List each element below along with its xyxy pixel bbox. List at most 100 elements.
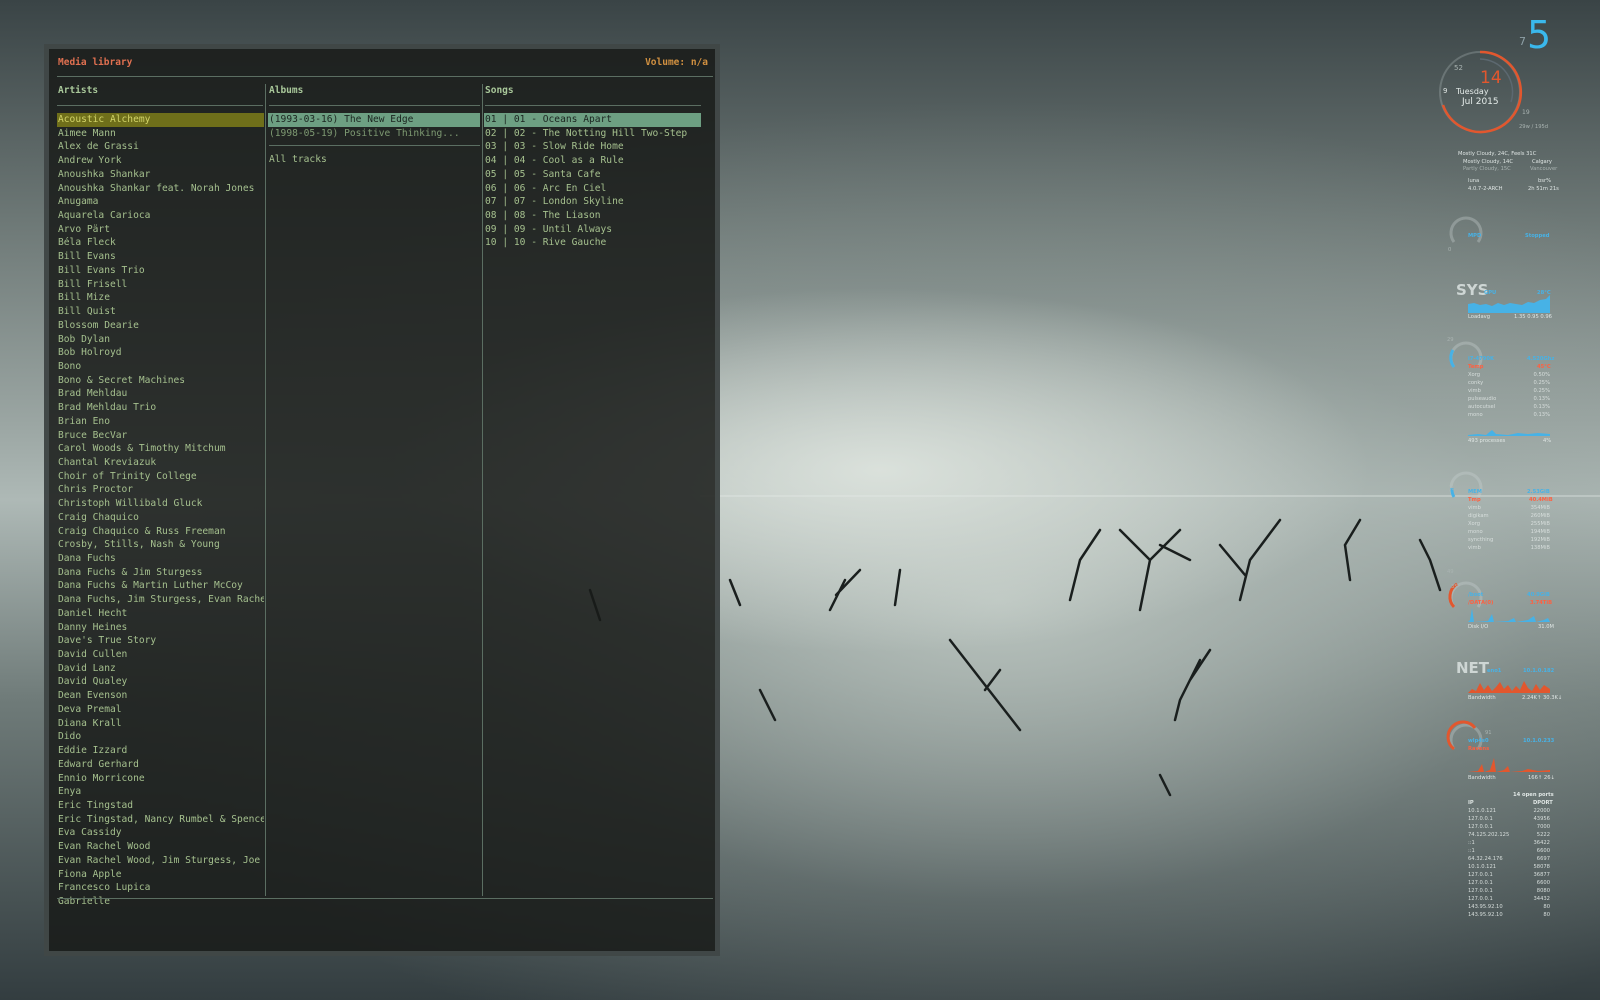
mem-process-row-name: vimb [1468,505,1481,511]
media-library-window[interactable]: Media library Volume: n/a Artists Albums… [44,44,720,956]
song-item[interactable]: 08 | 08 - The Liason [484,209,701,223]
clock-minutes: 52 [1454,64,1463,72]
artist-item[interactable]: Choir of Trinity College [57,470,264,484]
artist-item[interactable]: Craig Chaquico [57,511,264,525]
gpu-graph [1468,295,1550,313]
artist-item[interactable]: Chantal Kreviazuk [57,456,264,470]
artist-item[interactable]: Bob Dylan [57,333,264,347]
mem-percent: 16 [1448,486,1455,492]
workspace-number: 5 [1527,13,1552,57]
artist-item[interactable]: Fiona Apple [57,868,264,882]
artist-item[interactable]: Craig Chaquico & Russ Freeman [57,525,264,539]
artist-item[interactable]: Eric Tingstad [57,799,264,813]
artist-item[interactable]: Béla Fleck [57,236,264,250]
port-row-name: 127.0.0.1 [1468,872,1493,878]
port-row: 64.32.24.176 6697 [1468,856,1550,864]
artist-item[interactable]: Anugama [57,195,264,209]
artist-item[interactable]: Bono [57,360,264,374]
artist-item[interactable]: Daniel Hecht [57,607,264,621]
artist-item[interactable]: Dave's True Story [57,634,264,648]
song-item[interactable]: 07 | 07 - London Skyline [484,195,701,209]
all-tracks-item[interactable]: All tracks [268,153,480,167]
song-item[interactable]: 10 | 10 - Rive Gauche [484,236,701,250]
artist-item[interactable]: Alex de Grassi [57,140,264,154]
volume-indicator: Volume: n/a [645,57,708,68]
mem-process-row: vimb 138MiB [1468,545,1550,553]
artist-item[interactable]: Arvo Pärt [57,223,264,237]
album-item[interactable]: (1998-05-19) Positive Thinking... [268,127,480,141]
artist-item[interactable]: Bruce BecVar [57,429,264,443]
artist-item[interactable]: Aimee Mann [57,127,264,141]
wifi-quality: 91 [1485,730,1492,736]
artist-item[interactable]: Chris Proctor [57,483,264,497]
loadavg-label: Loadavg [1468,314,1490,320]
artist-item[interactable]: Evan Rachel Wood [57,840,264,854]
cpu-process-row: mono 0.13% [1468,412,1550,420]
artist-item[interactable]: Anoushka Shankar feat. Norah Jones [57,182,264,196]
albums-header-divider [269,105,480,106]
artist-item[interactable]: Brad Mehldau Trio [57,401,264,415]
kernel: 4.0.7-2-ARCH [1468,186,1503,192]
artist-item[interactable]: Ennio Morricone [57,772,264,786]
artist-item[interactable]: Aquarela Carioca [57,209,264,223]
mem-label: MEM [1468,489,1482,495]
artist-item[interactable]: Dean Evenson [57,689,264,703]
artist-item[interactable]: Brian Eno [57,415,264,429]
songs-list[interactable]: 01 | 01 - Oceans Apart 02 | 02 - The Nott… [484,113,701,250]
artist-item[interactable]: Edward Gerhard [57,758,264,772]
artist-item[interactable]: Dana Fuchs & Martin Luther McCoy [57,579,264,593]
album-item[interactable]: (1993-03-16) The New Edge [268,113,480,127]
artist-item[interactable]: Acoustic Alchemy [57,113,264,127]
song-item[interactable]: 03 | 03 - Slow Ride Home [484,140,701,154]
song-item[interactable]: 09 | 09 - Until Always [484,223,701,237]
artist-item[interactable]: Anoushka Shankar [57,168,264,182]
artist-item[interactable]: Bono & Secret Machines [57,374,264,388]
artist-item[interactable]: Crosby, Stills, Nash & Young [57,538,264,552]
artist-item[interactable]: Bill Quist [57,305,264,319]
artist-item[interactable]: Dana Fuchs [57,552,264,566]
song-item[interactable]: 05 | 05 - Santa Cafe [484,168,701,182]
open-ports-title: 14 open ports [1513,792,1554,798]
port-row-value: 80 [1543,904,1550,910]
mem-process-row-value: 354MiB [1530,505,1550,511]
artists-list[interactable]: Acoustic Alchemy Aimee Mann Alex de Grassi… [57,113,264,909]
artist-item[interactable]: Brad Mehldau [57,387,264,401]
artist-item[interactable]: Francesco Lupica [57,881,264,895]
artist-item[interactable]: David Lanz [57,662,264,676]
artist-item[interactable]: Dana Fuchs & Jim Sturgess [57,566,264,580]
bandwidth2-label: Bandwidth [1468,775,1496,781]
artist-item[interactable]: David Cullen [57,648,264,662]
song-item[interactable]: 04 | 04 - Cool as a Rule [484,154,701,168]
port-row-value: 6600 [1536,880,1550,886]
artist-item[interactable]: Enya [57,785,264,799]
port-row: 74.125.202.125 5222 [1468,832,1550,840]
port-row-name: 127.0.0.1 [1468,824,1493,830]
artist-item[interactable]: Bill Evans Trio [57,264,264,278]
artist-item[interactable]: Christoph Willibald Gluck [57,497,264,511]
title-divider [57,76,713,77]
artist-item[interactable]: Andrew York [57,154,264,168]
albums-list[interactable]: (1993-03-16) The New Edge (1998-05-19) Po… [268,113,480,140]
artist-item[interactable]: Dana Fuchs, Jim Sturgess, Evan Rachel Wo… [57,593,264,607]
artist-item[interactable]: Dido [57,730,264,744]
artists-header-divider [57,105,263,106]
artist-item[interactable]: Eddie Izzard [57,744,264,758]
artist-item[interactable]: David Qualey [57,675,264,689]
artist-item[interactable]: Bob Holroyd [57,346,264,360]
song-item[interactable]: 06 | 06 - Arc En Ciel [484,182,701,196]
artist-item[interactable]: Bill Evans [57,250,264,264]
song-item[interactable]: 02 | 02 - The Notting Hill Two-Step [484,127,701,141]
artist-item[interactable]: Danny Heines [57,621,264,635]
song-item[interactable]: 01 | 01 - Oceans Apart [484,113,701,127]
artist-item[interactable]: Carol Woods & Timothy Mitchum [57,442,264,456]
artist-item[interactable]: Bill Frisell [57,278,264,292]
artist-item[interactable]: Blossom Dearie [57,319,264,333]
artist-item[interactable]: Eva Cassidy [57,826,264,840]
artist-item[interactable]: Deva Premal [57,703,264,717]
artist-item[interactable]: Evan Rachel Wood, Jim Sturgess, Joe Ande… [57,854,264,868]
artist-item[interactable]: Bill Mize [57,291,264,305]
port-row: 127.0.0.1 8080 [1468,888,1550,896]
artist-item[interactable]: Eric Tingstad, Nancy Rumbel & Spencer Br… [57,813,264,827]
artist-item[interactable]: Diana Krall [57,717,264,731]
port-row: 127.0.0.1 43956 [1468,816,1550,824]
